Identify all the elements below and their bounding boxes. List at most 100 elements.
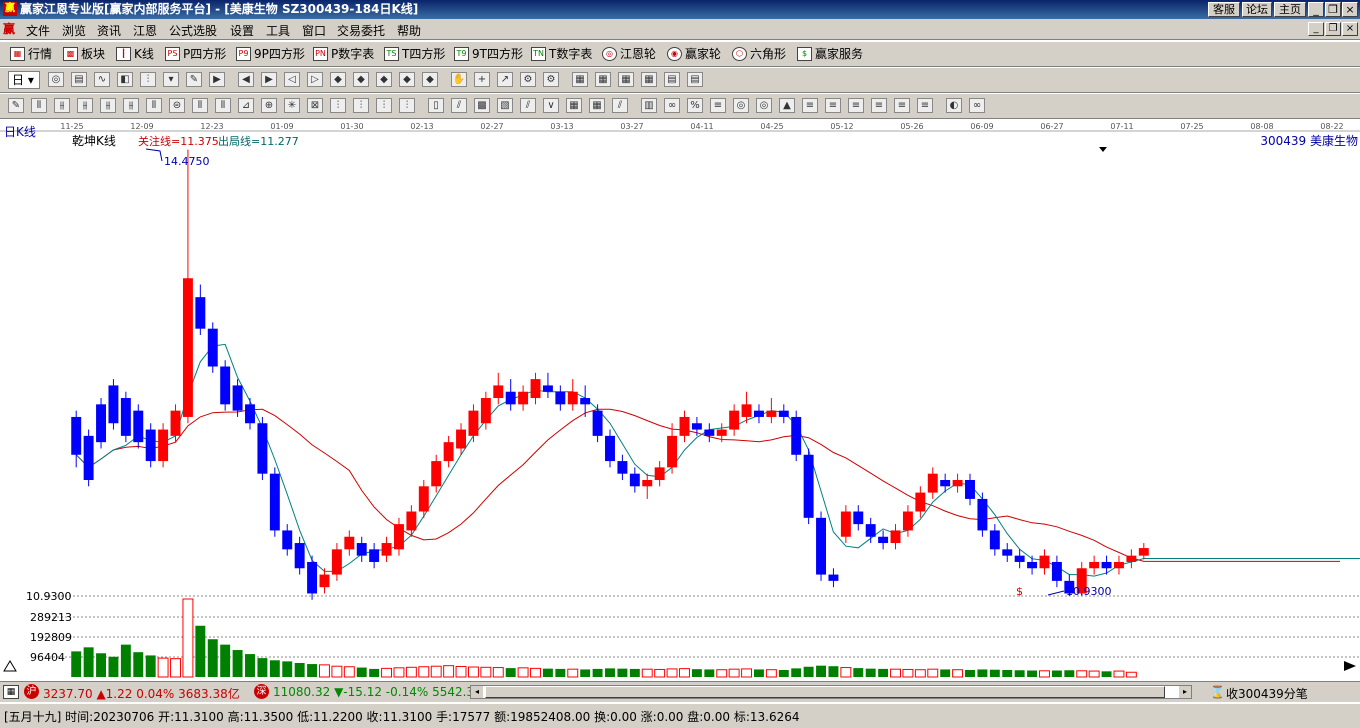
tool-icon[interactable]: ✎ — [8, 98, 24, 113]
tool-icon[interactable]: ▲ — [779, 98, 795, 113]
tool-icon[interactable]: ▯ — [428, 98, 444, 113]
mdi-minimize-icon[interactable]: _ — [1308, 22, 1324, 36]
tool-icon[interactable]: ⫵ — [100, 98, 116, 113]
toolbar-9t-square[interactable]: T9 9T四方形 — [454, 45, 523, 62]
tool-icon[interactable]: ✳ — [284, 98, 300, 113]
scrollbar-thumb[interactable] — [485, 686, 1165, 698]
tool-icon[interactable]: ⚙ — [543, 72, 559, 87]
toolbar-p-table[interactable]: PN P数字表 — [313, 45, 374, 62]
forum-button[interactable]: 论坛 — [1242, 2, 1272, 17]
tool-icon[interactable]: ▶ — [209, 72, 225, 87]
tool-icon[interactable]: ⫵ — [54, 98, 70, 113]
tool-icon[interactable]: % — [687, 98, 703, 113]
tool-icon[interactable]: ◆ — [330, 72, 346, 87]
tool-icon[interactable]: ▩ — [474, 98, 490, 113]
tool-icon[interactable]: ▦ — [589, 98, 605, 113]
tool-icon[interactable]: ◀ — [238, 72, 254, 87]
tool-icon[interactable]: ◆ — [399, 72, 415, 87]
tool-icon[interactable]: ◁ — [284, 72, 300, 87]
scroll-right-icon[interactable]: ▸ — [1179, 686, 1191, 698]
tool-icon[interactable]: ⫶ — [399, 98, 415, 113]
tool-icon[interactable]: + — [474, 72, 490, 87]
tool-icon[interactable]: ▦ — [618, 72, 634, 87]
tool-icon[interactable]: ∞ — [664, 98, 680, 113]
restore-icon[interactable]: ❐ — [1325, 2, 1341, 17]
toolbar-quotes[interactable]: ▦ 行情 — [10, 45, 52, 62]
toolbar-kline[interactable]: ┃ K线 — [116, 45, 154, 62]
tool-icon[interactable]: ▦ — [572, 72, 588, 87]
period-select[interactable]: 日 ▾ — [8, 71, 40, 89]
tool-icon[interactable]: ◎ — [733, 98, 749, 113]
tool-icon[interactable]: ⫵ — [123, 98, 139, 113]
tool-icon[interactable]: ∞ — [969, 98, 985, 113]
tool-icon[interactable]: ⫶ — [140, 72, 156, 87]
scroll-left-icon[interactable]: ◂ — [471, 686, 483, 698]
tool-icon[interactable]: ▾ — [163, 72, 179, 87]
menu-settings[interactable]: 设置 — [230, 22, 254, 39]
tick-detail-label[interactable]: 收300439分笔 — [1226, 685, 1308, 702]
menu-file[interactable]: 文件 — [26, 22, 50, 39]
minimize-icon[interactable]: _ — [1308, 2, 1324, 17]
tool-icon[interactable]: ▦ — [641, 72, 657, 87]
tool-icon[interactable]: ⫴ — [31, 98, 47, 113]
tool-icon[interactable]: ⫶ — [376, 98, 392, 113]
close-icon[interactable]: × — [1342, 2, 1358, 17]
toolbar-gann-wheel[interactable]: ◎ 江恩轮 — [602, 45, 656, 62]
menu-tools[interactable]: 工具 — [266, 22, 290, 39]
toolbar-p-square[interactable]: PS P四方形 — [165, 45, 226, 62]
tool-icon[interactable]: ▤ — [664, 72, 680, 87]
toolbar-hexagon[interactable]: ⬡ 六角形 — [732, 45, 786, 62]
tool-icon[interactable]: ✎ — [186, 72, 202, 87]
tool-icon[interactable]: ⫽ — [612, 98, 628, 113]
tool-icon[interactable]: ≡ — [802, 98, 818, 113]
menu-gann[interactable]: 江恩 — [133, 22, 157, 39]
tool-icon[interactable]: ◧ — [117, 72, 133, 87]
sz-index-text[interactable]: 11080.32 ▼-15.12 -0.14% 5542.3 — [273, 685, 474, 699]
tool-icon[interactable]: ≡ — [848, 98, 864, 113]
kline-chart[interactable]: 11-25 12-09 12-23 01-09 01-30 02-13 02-27 03-13… — [0, 119, 1360, 679]
tool-icon[interactable]: ◐ — [946, 98, 962, 113]
mdi-restore-icon[interactable]: ❐ — [1325, 22, 1341, 36]
tool-icon[interactable]: ≡ — [894, 98, 910, 113]
tool-icon[interactable]: ◎ — [756, 98, 772, 113]
tool-icon[interactable]: ⊜ — [169, 98, 185, 113]
tool-icon[interactable]: ⫵ — [77, 98, 93, 113]
tool-icon[interactable]: ▤ — [687, 72, 703, 87]
tool-icon[interactable]: ✋ — [451, 72, 467, 87]
tool-icon[interactable]: ⫶ — [330, 98, 346, 113]
toolbar-t-square[interactable]: TS T四方形 — [384, 45, 445, 62]
tool-icon[interactable]: ⫴ — [192, 98, 208, 113]
customer-service-button[interactable]: 客服 — [1208, 2, 1240, 17]
tool-icon[interactable]: ⊠ — [307, 98, 323, 113]
tool-icon[interactable]: ▶ — [261, 72, 277, 87]
tool-icon[interactable]: ∨ — [543, 98, 559, 113]
tool-icon[interactable]: ◆ — [422, 72, 438, 87]
tool-icon[interactable]: ≡ — [825, 98, 841, 113]
toolbar-sectors[interactable]: ▩ 板块 — [63, 45, 105, 62]
toolbar-winner-wheel[interactable]: ◉ 赢家轮 — [667, 45, 721, 62]
mdi-close-icon[interactable]: × — [1342, 22, 1358, 36]
tool-icon[interactable]: ⫽ — [520, 98, 536, 113]
menu-browse[interactable]: 浏览 — [62, 22, 86, 39]
menu-stock-picker[interactable]: 公式选股 — [169, 22, 217, 39]
tool-icon[interactable]: ▧ — [497, 98, 513, 113]
tool-icon[interactable]: ▦ — [595, 72, 611, 87]
tool-icon[interactable]: ↗ — [497, 72, 513, 87]
tool-icon[interactable]: ⫶ — [353, 98, 369, 113]
tool-icon[interactable]: ⫽ — [451, 98, 467, 113]
sh-index-text[interactable]: 3237.70 ▲1.22 0.04% 3683.38亿 — [43, 685, 240, 702]
tool-icon[interactable]: ∿ — [94, 72, 110, 87]
calculator-icon[interactable]: ▦ — [3, 685, 19, 699]
tool-icon[interactable]: ⊿ — [238, 98, 254, 113]
tool-icon[interactable]: ⫴ — [215, 98, 231, 113]
tool-icon[interactable]: ⊕ — [261, 98, 277, 113]
horizontal-scrollbar[interactable]: ◂ ▸ — [470, 685, 1192, 699]
tool-icon[interactable]: ≡ — [710, 98, 726, 113]
menu-info[interactable]: 资讯 — [97, 22, 121, 39]
tool-icon[interactable]: ◆ — [353, 72, 369, 87]
tool-icon[interactable]: ▥ — [641, 98, 657, 113]
tool-icon[interactable]: ▷ — [307, 72, 323, 87]
toolbar-t-table[interactable]: TN T数字表 — [531, 45, 592, 62]
home-button[interactable]: 主页 — [1274, 2, 1306, 17]
tool-icon[interactable]: ▦ — [566, 98, 582, 113]
